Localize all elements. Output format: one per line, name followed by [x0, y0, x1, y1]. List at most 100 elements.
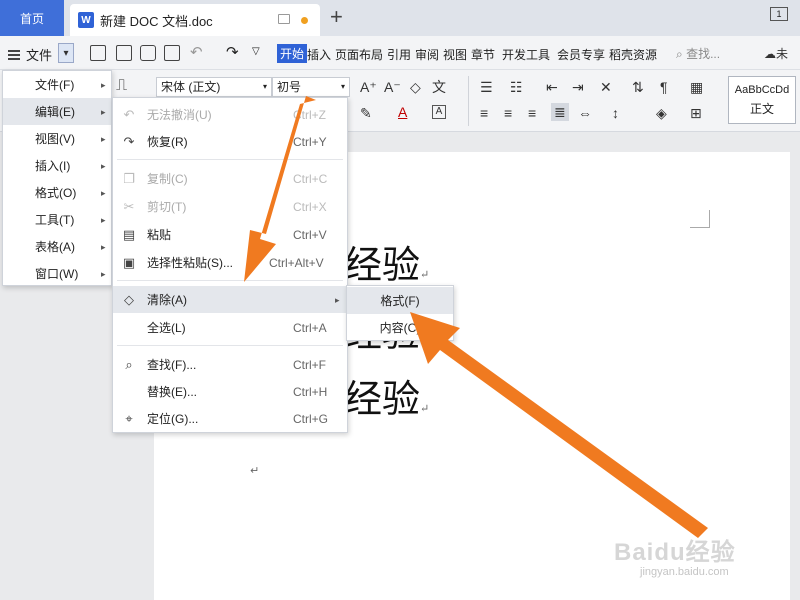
menu-item-format[interactable]: 格式(O) ▸ [3, 179, 111, 206]
menu-item-clear-content[interactable]: 内容(C) [347, 314, 453, 341]
print-preview-icon[interactable] [164, 45, 180, 61]
menu-item-paste[interactable]: ▤ 粘贴 Ctrl+V [113, 221, 347, 248]
decrease-indent-icon[interactable]: ⇤ [546, 79, 558, 95]
quick-access-more-icon[interactable]: ▽ [252, 46, 260, 57]
clear-submenu: 格式(F) 内容(C) [346, 285, 454, 341]
file-dropdown-menu: 文件(F) ▸ 编辑(E) ▸ 视图(V) ▸ 插入(I) ▸ 格式(O) ▸ 工具(T)… [2, 70, 112, 286]
menu-item-undo[interactable]: ↶ 无法撤消(U) Ctrl+Z [113, 101, 347, 128]
watermark-logo: Baidu经验 [614, 539, 736, 566]
monitor-icon[interactable] [278, 14, 290, 24]
edit-submenu: ↶ 无法撤消(U) Ctrl+Z ↷ 恢复(R) Ctrl+Y ❐ 复制(C) … [112, 97, 348, 433]
grow-font-icon[interactable]: A⁺ [360, 79, 377, 95]
undo-icon: ↶ [123, 107, 135, 122]
justify-icon[interactable]: ≣ [551, 103, 569, 121]
search-icon: ⌕ [125, 357, 133, 372]
font-name-select[interactable]: 宋体 (正文) ▾ [156, 77, 272, 97]
format-painter-icon[interactable]: ⎍ [116, 78, 127, 94]
borders-icon[interactable]: ⊞ [690, 105, 702, 121]
document-tab[interactable]: W 新建 DOC 文档.doc [70, 4, 320, 36]
redo-icon[interactable]: ↷ [226, 43, 239, 61]
paste-special-icon: ▣ [122, 255, 136, 270]
menu-item-clear-format[interactable]: 格式(F) [347, 287, 453, 314]
menu-item-window[interactable]: 窗口(W) ▸ [3, 260, 111, 287]
undo-icon[interactable]: ↶ [190, 43, 203, 61]
shrink-font-icon[interactable]: A⁻ [384, 79, 401, 95]
locate-icon: ⌖ [125, 411, 133, 426]
increase-indent-icon[interactable]: ⇥ [572, 79, 584, 95]
page-margin-marker [690, 210, 710, 228]
tab-docer[interactable]: 稻壳资源 [609, 46, 657, 63]
align-left-icon[interactable]: ≡ [480, 105, 488, 121]
home-tab[interactable]: 首页 [0, 0, 64, 36]
menu-item-paste-special[interactable]: ▣ 选择性粘贴(S)... Ctrl+Alt+V [113, 249, 347, 276]
shading-icon[interactable]: ◈ [656, 105, 667, 121]
style-sample-text: AaBbCcDd [734, 83, 790, 96]
word-doc-icon: W [78, 12, 94, 28]
distributed-icon[interactable]: ⇔ [578, 105, 592, 121]
menu-item-clear[interactable]: ◇ 清除(A) ▸ [113, 286, 347, 313]
font-size-value: 初号 [277, 80, 302, 94]
watermark-url: jingyan.baidu.com [640, 566, 729, 578]
menu-item-cut[interactable]: ✂ 剪切(T) Ctrl+X [113, 193, 347, 220]
menu-item-file[interactable]: 文件(F) ▸ [3, 71, 111, 98]
menu-item-select-all[interactable]: 全选(L) Ctrl+A [113, 314, 347, 341]
scissors-icon: ✂ [123, 199, 135, 214]
ribbon-divider [468, 76, 469, 126]
tab-home[interactable]: 开始 [277, 44, 308, 63]
tab-developer[interactable]: 开发工具 [502, 46, 550, 63]
clear-format-icon[interactable]: ◇ [410, 79, 421, 95]
menu-item-insert[interactable]: 插入(I) ▸ [3, 152, 111, 179]
menu-item-copy[interactable]: ❐ 复制(C) Ctrl+C [113, 165, 347, 192]
ribbon-tab-row: 文件 ▾ ↶ ↷ ▽ 开始 插入 页面布局 引用 审阅 视图 章节 开发工具 会… [0, 36, 800, 70]
menu-item-table[interactable]: 表格(A) ▸ [3, 233, 111, 260]
menu-item-tools[interactable]: 工具(T) ▸ [3, 206, 111, 233]
align-right-icon[interactable]: ≡ [528, 105, 536, 121]
tab-member[interactable]: 会员专享 [557, 46, 605, 63]
new-tab-button[interactable]: + [330, 6, 343, 28]
file-menu-button[interactable]: 文件 [8, 45, 52, 64]
chinese-layout-icon[interactable]: ✕ [600, 79, 612, 95]
doc-text-line[interactable]: 经验↵ [344, 368, 429, 423]
menu-separator [117, 345, 343, 346]
tab-references[interactable]: 引用 [387, 46, 411, 63]
print-icon[interactable] [140, 45, 156, 61]
document-tab-title: 新建 DOC 文档.doc [100, 13, 213, 29]
file-menu-label: 文件 [26, 48, 53, 63]
save-icon[interactable] [90, 45, 106, 61]
search-input[interactable]: ⌕ 查找... [676, 45, 720, 62]
cloud-sync-button[interactable]: ☁未 [764, 45, 788, 62]
character-border-icon[interactable]: A [432, 105, 446, 119]
bullets-icon[interactable]: ☰ [480, 79, 493, 95]
cloud-label: 未 [776, 47, 789, 61]
highlight-icon[interactable]: ✎ [360, 105, 372, 121]
align-center-icon[interactable]: ≡ [504, 105, 512, 121]
menu-item-goto[interactable]: ⌖ 定位(G)... Ctrl+G [113, 405, 347, 432]
style-name-label: 正文 [749, 101, 774, 116]
font-size-select[interactable]: 初号 ▾ [272, 77, 350, 97]
menu-item-replace[interactable]: 替换(E)... Ctrl+H [113, 378, 347, 405]
tab-page-layout[interactable]: 页面布局 [335, 46, 383, 63]
tab-review[interactable]: 审阅 [415, 46, 439, 63]
font-color-icon[interactable]: A [398, 104, 407, 120]
window-count-badge[interactable]: 1 [770, 7, 788, 21]
title-tab-bar: 首页 W 新建 DOC 文档.doc + 1 [0, 0, 800, 36]
show-marks-icon[interactable]: ¶ [660, 79, 668, 95]
paste-icon: ▤ [122, 227, 136, 242]
phonetic-guide-icon[interactable]: 文 [432, 79, 446, 95]
file-menu-dropdown-button[interactable]: ▾ [58, 43, 74, 63]
tab-view[interactable]: 视图 [443, 46, 467, 63]
menu-item-redo[interactable]: ↷ 恢复(R) Ctrl+Y [113, 128, 347, 155]
unsaved-dot-icon [301, 17, 308, 24]
menu-item-find[interactable]: ⌕ 查找(F)... Ctrl+F [113, 351, 347, 378]
table-grid-icon[interactable]: ▦ [690, 79, 703, 95]
export-pdf-icon[interactable] [116, 45, 132, 61]
tab-insert[interactable]: 插入 [307, 46, 331, 63]
line-spacing-icon[interactable]: ↕ [612, 105, 619, 121]
style-normal-button[interactable]: AaBbCcDd 正文 [728, 76, 796, 124]
doc-text-line[interactable]: 经验↵ [344, 234, 429, 289]
sort-icon[interactable]: ⇅ [632, 79, 644, 95]
numbering-icon[interactable]: ☷ [510, 79, 523, 95]
menu-item-view[interactable]: 视图(V) ▸ [3, 125, 111, 152]
menu-item-edit[interactable]: 编辑(E) ▸ [3, 98, 111, 125]
tab-section[interactable]: 章节 [471, 46, 495, 63]
